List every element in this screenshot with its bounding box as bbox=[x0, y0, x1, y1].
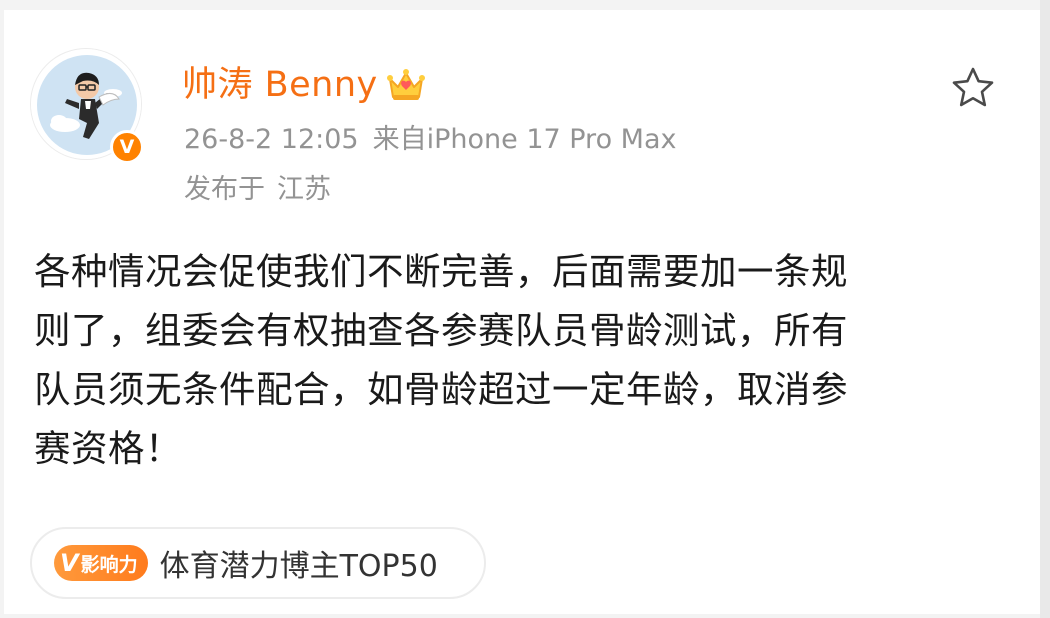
post-body-line: 则了，组委会有权抽查各参赛队员骨龄测试，所有 bbox=[34, 309, 848, 352]
crown-icon[interactable] bbox=[384, 65, 428, 105]
location-name: 江苏 bbox=[277, 174, 331, 205]
location-prefix: 发布于 bbox=[184, 174, 265, 205]
right-edge-divider bbox=[1040, 0, 1050, 618]
author-name[interactable]: 帅涛 Benny bbox=[182, 60, 378, 110]
post-body-line: 队员须无条件配合，如骨龄超过一定年龄，取消参 bbox=[34, 368, 848, 411]
post-source: 来自iPhone 17 Pro Max bbox=[372, 124, 677, 155]
weibo-post-card: V 帅涛 Benny 26-8-2 12:05 来自iPhone 17 Pro M… bbox=[4, 10, 1040, 614]
post-body-line: 赛资格！ bbox=[34, 427, 182, 470]
author-row: 帅涛 Benny bbox=[182, 60, 428, 110]
avatar-container[interactable]: V bbox=[30, 48, 144, 164]
post-location: 发布于 江苏 bbox=[184, 170, 331, 210]
influence-tag-text: 体育潜力博主TOP50 bbox=[159, 549, 438, 584]
influence-badge: V 影响力 bbox=[54, 545, 148, 581]
post-meta: 26-8-2 12:05 来自iPhone 17 Pro Max bbox=[184, 120, 677, 160]
star-icon[interactable] bbox=[949, 64, 997, 112]
post-body-line: 各种情况会促使我们不断完善，后面需要加一条规 bbox=[34, 250, 848, 293]
influence-badge-label: 影响力 bbox=[80, 553, 138, 576]
influence-v-icon: V bbox=[60, 549, 79, 577]
influence-tag-button[interactable]: V 影响力 体育潜力博主TOP50 bbox=[30, 527, 486, 599]
post-time: 26-8-2 12:05 bbox=[184, 124, 359, 155]
post-body-text: 各种情况会促使我们不断完善，后面需要加一条规 则了，组委会有权抽查各参赛队员骨龄… bbox=[34, 242, 994, 478]
verified-badge-icon: V bbox=[110, 130, 144, 164]
